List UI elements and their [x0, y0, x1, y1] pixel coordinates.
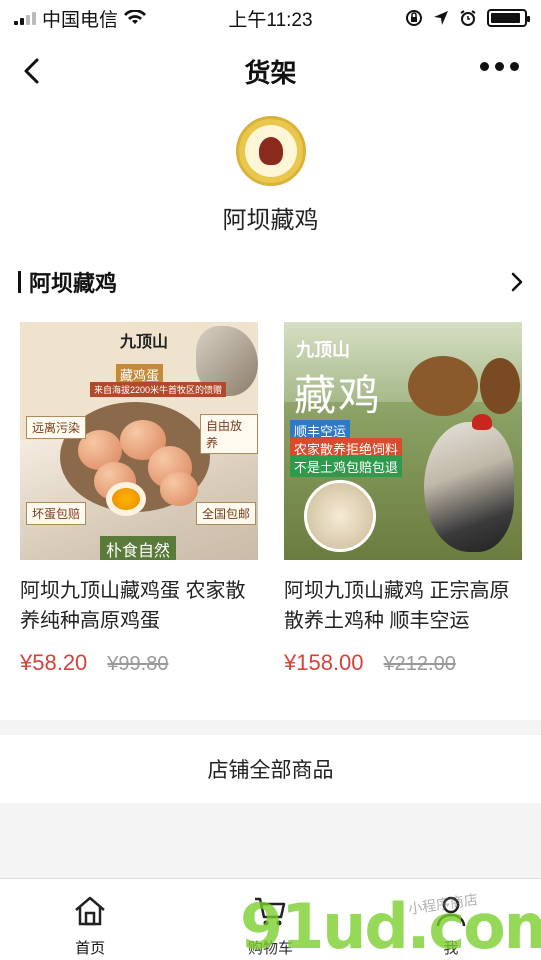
- rotation-lock-icon: [406, 10, 422, 26]
- tab-me[interactable]: 我: [361, 879, 541, 960]
- tab-label: 购物车: [247, 940, 293, 957]
- image-tag: 坏蛋包赔: [26, 502, 87, 525]
- image-brand: 九顶山: [296, 340, 350, 361]
- alarm-icon: [460, 10, 476, 26]
- section-bar: [18, 271, 21, 293]
- image-brand: 九顶山: [120, 332, 169, 351]
- location-icon: [434, 11, 448, 25]
- status-time: 上午11:23: [228, 9, 313, 31]
- back-icon[interactable]: [18, 56, 48, 86]
- product-name[interactable]: 阿坝九顶山藏鸡 正宗高原散养土鸡种 顺丰空运: [284, 576, 522, 636]
- tab-home[interactable]: 首页: [0, 879, 180, 960]
- battery-icon: [487, 9, 530, 27]
- product-price: ¥158.00: [284, 650, 364, 675]
- person-icon: [436, 896, 466, 927]
- page-title: 货架: [244, 57, 297, 88]
- product-price: ¥58.20: [20, 650, 88, 675]
- product-section: 阿坝藏鸡 九顶山 藏鸡蛋 来自海拔2200米牛首牧区的馈赠 远离污染 自由放养 …: [0, 246, 541, 720]
- nav-bar: 货架: [0, 36, 541, 106]
- chevron-right-icon[interactable]: [506, 271, 528, 293]
- wifi-icon: [124, 10, 147, 24]
- feed-circle-illustration: [304, 480, 376, 552]
- cart-icon: [255, 897, 286, 926]
- status-bar: 中国电信 上午11:23: [0, 0, 541, 36]
- product-card[interactable]: 九顶山 藏鸡 顺丰空运 农家散养拒绝饲料 不是土鸡包赔包退 阿坝九顶山藏鸡 正宗…: [284, 322, 522, 676]
- image-tag: 自由放养: [200, 414, 258, 454]
- home-icon: [75, 896, 105, 926]
- carrier-name: 中国电信: [42, 9, 119, 31]
- battery-level: [491, 13, 520, 23]
- original-price: ¥212.00: [383, 653, 456, 675]
- shop-logo[interactable]: [236, 116, 306, 186]
- original-price: ¥99.80: [107, 653, 169, 675]
- image-tag: 全国包邮: [196, 502, 257, 525]
- status-left: 中国电信: [14, 5, 214, 32]
- hen-illustration: [408, 356, 478, 416]
- image-tag: 远离污染: [26, 416, 87, 439]
- rooster-illustration: [424, 422, 514, 552]
- image-label: 不是土鸡包赔包退: [290, 456, 403, 477]
- price-row: ¥58.20 ¥99.80: [20, 650, 258, 676]
- tab-cart[interactable]: 购物车: [180, 879, 360, 960]
- more-icon[interactable]: [480, 62, 519, 71]
- product-image[interactable]: 九顶山 藏鸡蛋 来自海拔2200米牛首牧区的馈赠 远离污染 自由放养 坏蛋包赔 …: [20, 322, 258, 560]
- section-header[interactable]: 阿坝藏鸡: [18, 264, 528, 300]
- signal-icon: [14, 11, 36, 25]
- image-banner: 来自海拔2200米牛首牧区的馈赠: [90, 382, 227, 397]
- product-name[interactable]: 阿坝九顶山藏鸡蛋 农家散养纯种高原鸡蛋: [20, 576, 258, 636]
- product-card[interactable]: 九顶山 藏鸡蛋 来自海拔2200米牛首牧区的馈赠 远离污染 自由放养 坏蛋包赔 …: [20, 322, 258, 676]
- product-image[interactable]: 九顶山 藏鸡 顺丰空运 农家散养拒绝饲料 不是土鸡包赔包退: [284, 322, 522, 560]
- tab-bar: 首页 购物车 我: [0, 878, 541, 960]
- all-products-button[interactable]: 店铺全部商品: [0, 735, 541, 803]
- rooster-comb: [472, 414, 492, 430]
- section-title: 阿坝藏鸡: [29, 271, 118, 296]
- image-big-text: 藏鸡: [294, 371, 383, 420]
- hen-illustration: [480, 358, 520, 414]
- status-right: [327, 9, 530, 27]
- egg-yolk-illustration: [106, 482, 146, 516]
- tab-label: 我: [443, 940, 459, 957]
- tab-label: 首页: [75, 940, 106, 957]
- shop-header: 阿坝藏鸡: [0, 106, 541, 246]
- price-row: ¥158.00 ¥212.00: [284, 650, 522, 676]
- image-motto: 朴食自然: [100, 536, 177, 560]
- shop-name: 阿坝藏鸡: [222, 207, 319, 234]
